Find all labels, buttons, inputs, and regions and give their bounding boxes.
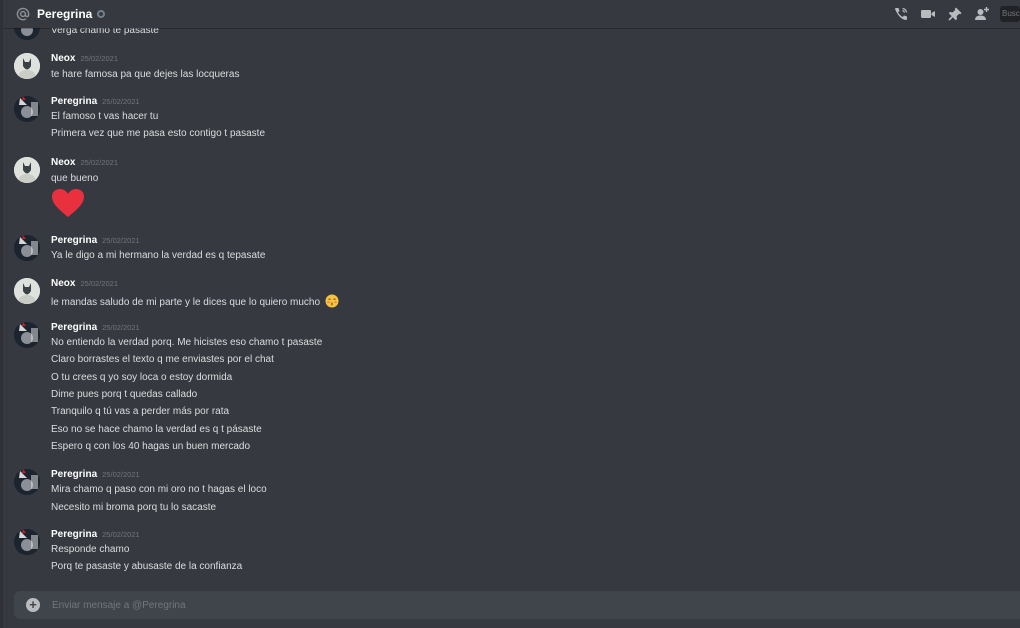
- author-name[interactable]: Peregrina: [51, 529, 97, 540]
- author-name[interactable]: Neox: [51, 53, 75, 64]
- avatar[interactable]: [14, 469, 40, 495]
- message-list[interactable]: Verga chamo te pasaste Neox 25/02/2021 t…: [3, 0, 1020, 590]
- message-text: Primera vez que me pasa esto contigo t p…: [51, 128, 266, 139]
- author-name[interactable]: Peregrina: [51, 235, 97, 246]
- message-text: te hare famosa pa que dejes las locquera…: [51, 69, 240, 80]
- message-text-content: le mandas saludo de mi parte y le dices …: [51, 297, 321, 308]
- author-line: Peregrina 25/02/2021: [51, 96, 140, 107]
- add-attachment-icon[interactable]: +: [26, 598, 40, 612]
- author-name[interactable]: Peregrina: [51, 322, 97, 333]
- author-line: Neox 25/02/2021: [51, 157, 118, 168]
- author-line: Peregrina 25/02/2021: [51, 235, 140, 246]
- author-name[interactable]: Neox: [51, 278, 75, 289]
- message-text: Mira chamo q paso con mi oro no t hagas …: [51, 484, 267, 495]
- add-friend-icon[interactable]: [973, 5, 991, 23]
- message-text: Necesito mi broma porq tu lo sacaste: [51, 502, 217, 513]
- message-text: Eso no se hace chamo la verdad es q t pá…: [51, 424, 262, 435]
- avatar[interactable]: [14, 157, 40, 183]
- avatar[interactable]: [14, 96, 40, 122]
- author-name[interactable]: Neox: [51, 157, 75, 168]
- search-input[interactable]: Buscar: [1000, 6, 1020, 22]
- message-text: El famoso t vas hacer tu: [51, 111, 159, 122]
- call-icon[interactable]: [892, 5, 910, 23]
- author-name[interactable]: Peregrina: [51, 96, 97, 107]
- message-text: le mandas saludo de mi parte y le dices …: [51, 294, 339, 308]
- video-icon[interactable]: [919, 5, 937, 23]
- author-line: Neox 25/02/2021: [51, 53, 118, 64]
- timestamp: 25/02/2021: [80, 279, 118, 288]
- message-text: Espero q con los 40 hagas un buen mercad…: [51, 441, 251, 452]
- kiss-emoji-icon[interactable]: [325, 294, 339, 308]
- message-text: Dime pues porq t quedas callado: [51, 389, 198, 400]
- timestamp: 25/02/2021: [80, 54, 118, 63]
- message-text: Ya le digo a mi hermano la verdad es q t…: [51, 250, 266, 261]
- header-toolbar: Buscar: [892, 0, 1020, 28]
- avatar[interactable]: [14, 529, 40, 555]
- avatar[interactable]: [14, 235, 40, 261]
- avatar[interactable]: [14, 322, 40, 348]
- author-line: Peregrina 25/02/2021: [51, 469, 140, 480]
- message-text: Tranquilo q tú vas a perder más por rata: [51, 406, 230, 417]
- timestamp: 25/02/2021: [102, 236, 140, 245]
- dm-chat-window: Verga chamo te pasaste Neox 25/02/2021 t…: [0, 0, 1020, 628]
- message-text: Claro borrastes el texto q me enviastes …: [51, 354, 274, 365]
- timestamp: 25/02/2021: [80, 158, 118, 167]
- timestamp: 25/02/2021: [102, 97, 140, 106]
- author-line: Neox 25/02/2021: [51, 278, 118, 289]
- page-title: Peregrina: [37, 7, 93, 21]
- timestamp: 25/02/2021: [102, 530, 140, 539]
- message-text: Porq te pasaste y abusaste de la confian…: [51, 561, 243, 572]
- author-line: Peregrina 25/02/2021: [51, 529, 140, 540]
- channel-header: Peregrina Buscar: [3, 0, 1020, 28]
- author-name[interactable]: Peregrina: [51, 469, 97, 480]
- avatar[interactable]: [14, 53, 40, 79]
- timestamp: 25/02/2021: [102, 323, 140, 332]
- message-text: O tu crees q yo soy loca o estoy dormida: [51, 372, 233, 383]
- heart-emoji-icon[interactable]: [51, 188, 85, 218]
- pin-icon[interactable]: [946, 5, 964, 23]
- message-input[interactable]: [52, 595, 1020, 615]
- message-text: que bueno: [51, 173, 99, 184]
- avatar[interactable]: [14, 278, 40, 304]
- timestamp: 25/02/2021: [102, 470, 140, 479]
- author-line: Peregrina 25/02/2021: [51, 322, 140, 333]
- message-text: No entiendo la verdad porq. Me hicistes …: [51, 337, 323, 348]
- at-icon: [15, 6, 31, 22]
- message-composer: +: [14, 591, 1020, 619]
- message-text: Responde chamo: [51, 544, 130, 555]
- status-indicator: [97, 10, 106, 18]
